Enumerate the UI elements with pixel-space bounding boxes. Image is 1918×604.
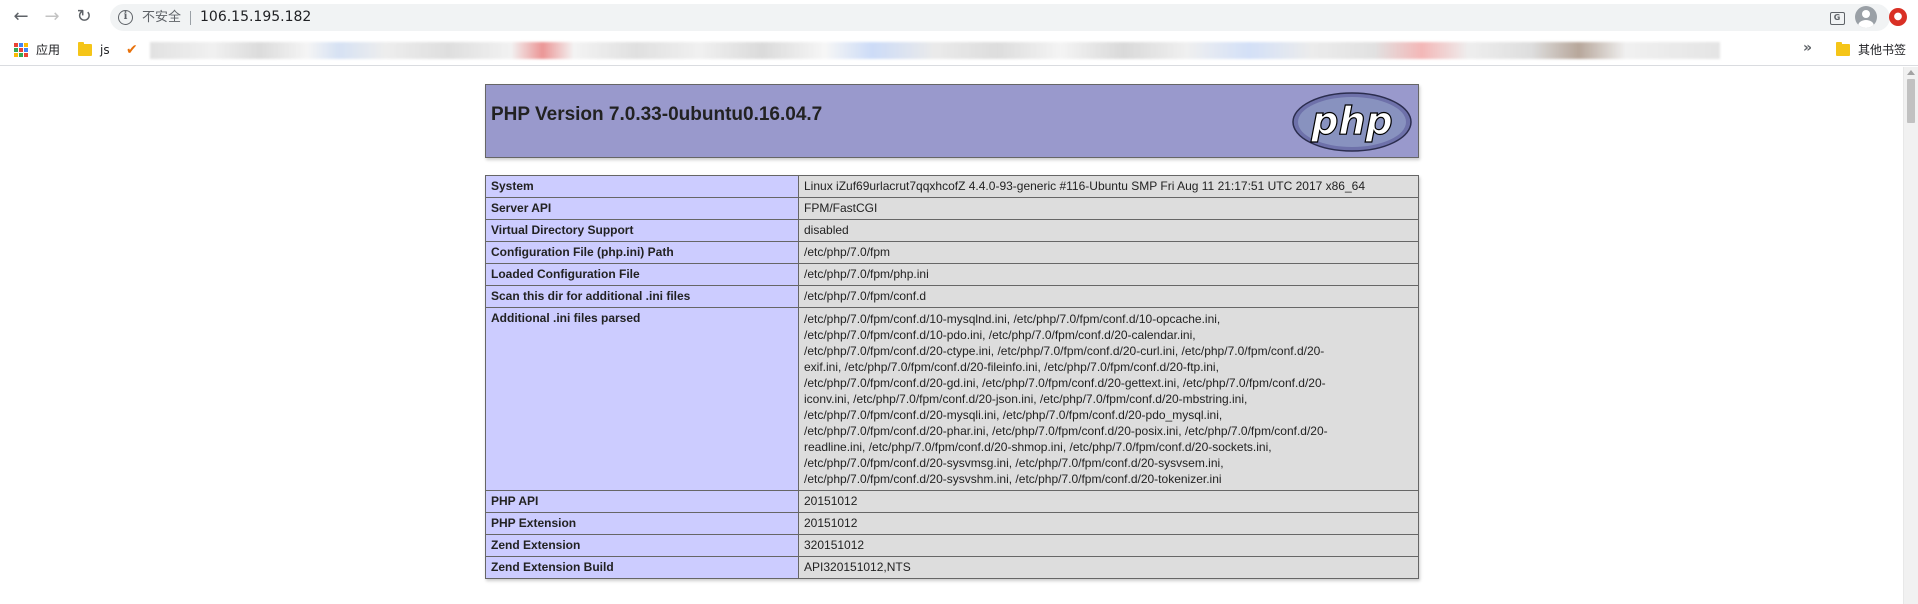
page-scrollbar[interactable] [1903,67,1918,604]
forward-arrow-icon[interactable]: → [40,5,64,29]
blurred-bookmarks [150,42,1720,59]
apps-bookmark-label: 应用 [36,43,61,57]
row-key: Server API [485,197,799,220]
phpinfo-container: PHP Version 7.0.33-0ubuntu0.16.04.7 php … [485,84,1419,579]
row-key: Additional .ini files parsed [485,307,799,491]
security-label[interactable]: 不安全 [142,9,181,26]
ini-file-line: /etc/php/7.0/fpm/conf.d/20-sysvmsg.ini, … [804,456,1224,470]
row-key: System [485,175,799,198]
row-value: 20151012 [798,490,1419,513]
phpinfo-header: PHP Version 7.0.33-0ubuntu0.16.04.7 php [485,84,1419,158]
php-logo-text: php [1310,99,1392,143]
row-value: 20151012 [798,512,1419,535]
row-value: 320151012 [798,534,1419,557]
page-title: PHP Version 7.0.33-0ubuntu0.16.04.7 [491,104,823,125]
favicon-icon: ✔ [126,42,138,58]
phpinfo-table: System Linux iZuf69urlacrut7qqxhcofZ 4.4.… [485,175,1419,579]
apps-grid-icon [14,43,28,57]
translate-icon[interactable]: G [1828,9,1846,27]
bookmarks-overflow-button[interactable]: » [1803,40,1812,56]
row-value: API320151012,NTS [798,556,1419,579]
address-separator [190,11,191,25]
table-row: Server API FPM/FastCGI [485,197,1419,220]
row-value: /etc/php/7.0/fpm/php.ini [798,263,1419,286]
js-folder-label: js [100,43,110,57]
apps-bookmark[interactable]: 应用 [14,41,60,59]
back-arrow-icon[interactable]: ← [9,5,33,29]
address-bar[interactable]: i 不安全 106.15.195.182 G ☆ [110,4,1890,31]
row-value: FPM/FastCGI [798,197,1419,220]
row-key: PHP API [485,490,799,513]
info-icon[interactable]: i [118,10,133,25]
js-folder-bookmark[interactable]: js [78,41,110,59]
ini-file-line: iconv.ini, /etc/php/7.0/fpm/conf.d/20-js… [804,392,1248,406]
row-value: /etc/php/7.0/fpm [798,241,1419,264]
scroll-up-arrow[interactable] [1907,70,1915,75]
table-row: PHP Extension 20151012 [485,512,1419,535]
row-value: disabled [798,219,1419,242]
table-row: PHP API 20151012 [485,490,1419,513]
ini-file-line: /etc/php/7.0/fpm/conf.d/20-gd.ini, /etc/… [804,376,1326,390]
row-key: Virtual Directory Support [485,219,799,242]
bookmarks-bar: 应用 js ✔ » 其他书签 [0,34,1918,66]
table-row: Additional .ini files parsed/etc/php/7.0… [485,307,1419,491]
page-viewport: PHP Version 7.0.33-0ubuntu0.16.04.7 php … [0,67,1918,604]
other-bookmarks-label: 其他书签 [1858,43,1907,57]
row-key: Scan this dir for additional .ini files [485,285,799,308]
ini-file-line: /etc/php/7.0/fpm/conf.d/20-ctype.ini, /e… [804,344,1325,358]
table-row: Loaded Configuration File/etc/php/7.0/fp… [485,263,1419,286]
ini-file-line: /etc/php/7.0/fpm/conf.d/10-mysqlnd.ini, … [804,312,1221,326]
other-bookmarks[interactable]: 其他书签 [1836,41,1906,59]
row-key: PHP Extension [485,512,799,535]
reload-icon[interactable]: ↻ [72,5,96,29]
row-key: Configuration File (php.ini) Path [485,241,799,264]
ini-file-line: /etc/php/7.0/fpm/conf.d/20-mysqli.ini, /… [804,408,1223,422]
table-row: System Linux iZuf69urlacrut7qqxhcofZ 4.4.… [485,175,1419,198]
table-row: Configuration File (php.ini) Path/etc/ph… [485,241,1419,264]
extension-icon[interactable]: ● [1889,8,1907,26]
ini-file-line: /etc/php/7.0/fpm/conf.d/20-phar.ini, /et… [804,424,1328,438]
folder-icon [1836,42,1850,56]
php-logo[interactable]: php [1291,91,1413,153]
row-key: Loaded Configuration File [485,263,799,286]
row-key: Zend Extension [485,534,799,557]
row-value: Linux iZuf69urlacrut7qqxhcofZ 4.4.0-93-g… [798,175,1419,198]
ini-file-line: /etc/php/7.0/fpm/conf.d/20-sysvshm.ini, … [804,472,1222,486]
table-row: Zend Extension Build API320151012,NTS [485,556,1419,579]
row-value: /etc/php/7.0/fpm/conf.d [798,285,1419,308]
row-key: Zend Extension Build [485,556,799,579]
scrollbar-thumb[interactable] [1907,79,1915,123]
table-row: Scan this dir for additional .ini files /… [485,285,1419,308]
row-value: /etc/php/7.0/fpm/conf.d/10-mysqlnd.ini, … [798,307,1419,491]
table-row: Virtual Directory Support disabled [485,219,1419,242]
profile-icon[interactable] [1855,6,1877,28]
folder-icon [78,42,92,56]
ini-file-line: /etc/php/7.0/fpm/conf.d/10-pdo.ini, /etc… [804,328,1196,342]
table-row: Zend Extension 320151012 [485,534,1419,557]
ini-file-line: exif.ini, /etc/php/7.0/fpm/conf.d/20-fil… [804,360,1219,374]
bookmark-favicon[interactable]: ✔ [126,41,146,59]
url-text[interactable]: 106.15.195.182 [200,9,311,26]
ini-file-line: readline.ini, /etc/php/7.0/fpm/conf.d/20… [804,440,1272,454]
browser-toolbar: ← → ↻ i 不安全 106.15.195.182 G ☆ ● [0,0,1918,34]
